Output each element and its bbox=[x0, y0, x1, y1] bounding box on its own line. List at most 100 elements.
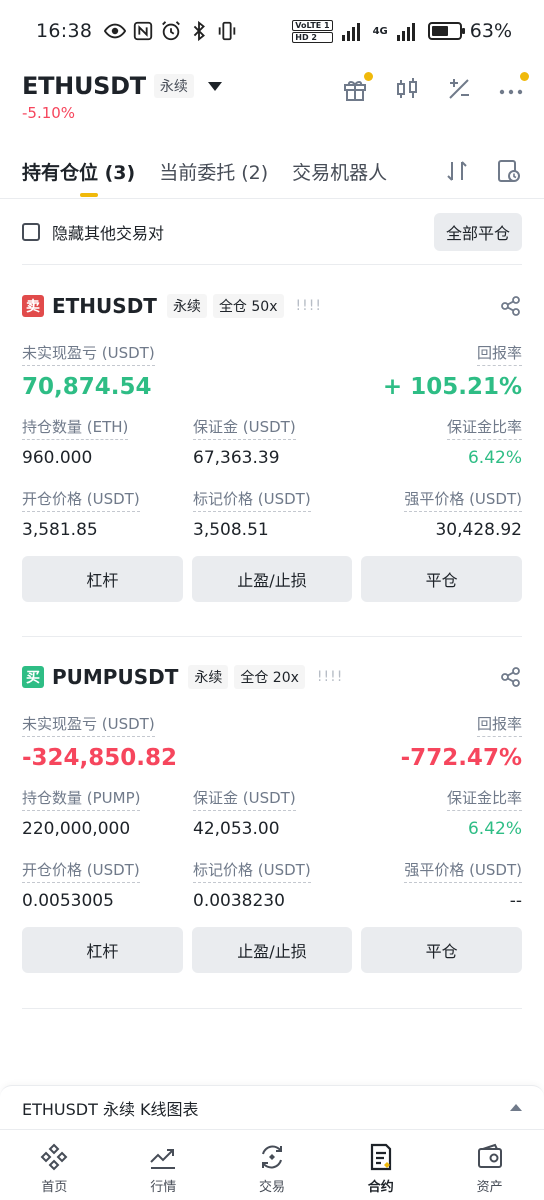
leverage-button[interactable]: 杠杆 bbox=[22, 556, 183, 602]
nav-label: 行情 bbox=[150, 1180, 177, 1195]
pnl-label[interactable]: 未实现盈亏 (USDT) bbox=[22, 342, 155, 366]
page-header: ETHUSDT 永续 -5.10% bbox=[22, 72, 529, 132]
network-type: 4G bbox=[372, 25, 388, 37]
margin-label[interactable]: 保证金 (USDT) bbox=[193, 787, 296, 811]
roe-value: + 105.21% bbox=[382, 374, 522, 400]
nav-assets[interactable]: 资产 bbox=[435, 1130, 544, 1200]
margin-mode-tag[interactable]: 全仓 20x bbox=[234, 665, 305, 689]
position-card: 买 PUMPUSDT 永续 全仓 20x !!!! 未实现盈亏 (USDT) -… bbox=[22, 663, 523, 973]
entry-price-value: 0.0053005 bbox=[22, 891, 114, 911]
tpsl-button[interactable]: 止盈/止损 bbox=[191, 556, 353, 602]
margin-mode-tag[interactable]: 全仓 50x bbox=[212, 294, 284, 318]
divider bbox=[0, 198, 544, 199]
status-bar: 16:38 VoLTE 1 HD 2 4G 63% bbox=[0, 0, 544, 62]
leverage-button[interactable]: 杠杆 bbox=[22, 927, 183, 973]
margin-ratio-value: 6.42% bbox=[467, 819, 522, 839]
filter-row: 隐藏其他交易对 全部平仓 bbox=[22, 213, 522, 251]
calculator-icon[interactable] bbox=[446, 76, 472, 102]
notification-dot bbox=[364, 72, 373, 81]
mark-price-label[interactable]: 标记价格 (USDT) bbox=[193, 488, 311, 512]
perpetual-tag: 永续 bbox=[166, 294, 207, 318]
pnl-value: -324,850.82 bbox=[22, 745, 178, 771]
position-symbol[interactable]: PUMPUSDT bbox=[52, 665, 178, 689]
adl-indicator: !!!! bbox=[295, 298, 322, 314]
liq-price-label[interactable]: 强平价格 (USDT) bbox=[404, 488, 522, 512]
candlestick-icon[interactable] bbox=[394, 76, 420, 102]
sort-icon[interactable] bbox=[444, 158, 470, 184]
battery-icon bbox=[427, 22, 465, 40]
size-label[interactable]: 持仓数量 (PUMP) bbox=[22, 787, 141, 811]
nav-label: 资产 bbox=[476, 1180, 503, 1195]
vibrate-icon bbox=[219, 21, 236, 41]
margin-label[interactable]: 保证金 (USDT) bbox=[193, 416, 296, 440]
symbol-title: ETHUSDT bbox=[22, 72, 146, 100]
position-symbol[interactable]: ETHUSDT bbox=[52, 294, 157, 318]
nav-home[interactable]: 首页 bbox=[0, 1130, 109, 1200]
tab-trading-bots[interactable]: 交易机器人 bbox=[292, 150, 387, 185]
divider bbox=[22, 264, 522, 265]
nav-label: 首页 bbox=[41, 1180, 68, 1195]
size-value: 220,000,000 bbox=[22, 819, 131, 839]
home-icon bbox=[40, 1143, 68, 1171]
wallet-icon bbox=[477, 1143, 502, 1168]
liq-price-label[interactable]: 强平价格 (USDT) bbox=[404, 859, 522, 883]
caret-down-icon[interactable] bbox=[207, 81, 222, 91]
nav-trade[interactable]: 交易 bbox=[218, 1130, 327, 1200]
side-badge: 卖 bbox=[22, 295, 44, 317]
kline-chart-bar[interactable]: ETHUSDT 永续 K线图表 bbox=[0, 1085, 544, 1129]
entry-price-label[interactable]: 开仓价格 (USDT) bbox=[22, 859, 140, 883]
signal-icon-2 bbox=[396, 23, 415, 41]
liq-price-value: 30,428.92 bbox=[435, 520, 522, 540]
kline-chart-label: ETHUSDT 永续 K线图表 bbox=[22, 1099, 199, 1119]
side-badge: 买 bbox=[22, 666, 44, 688]
battery-percent: 63% bbox=[469, 20, 512, 42]
caret-up-icon[interactable] bbox=[510, 1104, 522, 1111]
tpsl-button[interactable]: 止盈/止损 bbox=[191, 927, 353, 973]
entry-price-label[interactable]: 开仓价格 (USDT) bbox=[22, 488, 140, 512]
roe-label[interactable]: 回报率 bbox=[476, 342, 522, 366]
size-label[interactable]: 持仓数量 (ETH) bbox=[22, 416, 129, 440]
margin-ratio-label[interactable]: 保证金比率 bbox=[446, 787, 522, 811]
markets-icon bbox=[150, 1149, 176, 1169]
liq-price-value: -- bbox=[509, 891, 522, 911]
hide-others-checkbox[interactable] bbox=[22, 223, 40, 241]
adl-indicator: !!!! bbox=[316, 669, 344, 685]
share-icon[interactable] bbox=[500, 666, 522, 688]
gift-icon[interactable] bbox=[342, 72, 373, 102]
close-position-button[interactable]: 平仓 bbox=[361, 556, 523, 602]
close-all-button[interactable]: 全部平仓 bbox=[433, 213, 522, 251]
more-icon[interactable] bbox=[498, 72, 529, 102]
pnl-value: 70,874.54 bbox=[22, 374, 152, 400]
mark-price-value: 0.0038230 bbox=[193, 891, 285, 911]
size-value: 960.000 bbox=[22, 448, 93, 468]
hide-others-label[interactable]: 隐藏其他交易对 bbox=[52, 220, 164, 244]
mark-price-value: 3,508.51 bbox=[193, 520, 269, 540]
margin-value: 42,053.00 bbox=[193, 819, 280, 839]
margin-value: 67,363.39 bbox=[193, 448, 280, 468]
tab-open-orders[interactable]: 当前委托 (2) bbox=[159, 150, 268, 185]
eye-icon bbox=[104, 23, 127, 39]
notification-dot bbox=[520, 72, 529, 81]
roe-label[interactable]: 回报率 bbox=[476, 713, 522, 737]
tab-positions[interactable]: 持有仓位 (3) bbox=[22, 150, 135, 197]
volte-badge: VoLTE 1 bbox=[292, 19, 333, 31]
roe-value: -772.47% bbox=[400, 745, 522, 771]
futures-icon bbox=[370, 1143, 391, 1171]
entry-price-value: 3,581.85 bbox=[22, 520, 98, 540]
nav-markets[interactable]: 行情 bbox=[109, 1130, 218, 1200]
margin-ratio-label[interactable]: 保证金比率 bbox=[446, 416, 522, 440]
trade-icon bbox=[261, 1145, 282, 1169]
nav-label: 合约 bbox=[367, 1180, 394, 1195]
share-icon[interactable] bbox=[500, 295, 522, 317]
close-position-button[interactable]: 平仓 bbox=[361, 927, 523, 973]
perpetual-tag: 永续 bbox=[153, 74, 194, 98]
mark-price-label[interactable]: 标记价格 (USDT) bbox=[193, 859, 311, 883]
bluetooth-icon bbox=[194, 20, 206, 42]
nfc-icon bbox=[134, 21, 153, 41]
pnl-label[interactable]: 未实现盈亏 (USDT) bbox=[22, 713, 155, 737]
positions-tabs: 持有仓位 (3) 当前委托 (2) 交易机器人 bbox=[22, 150, 522, 198]
bottom-nav: 首页 行情 交易 合约 资产 bbox=[0, 1129, 544, 1200]
divider bbox=[22, 1008, 522, 1009]
nav-futures[interactable]: 合约 bbox=[326, 1130, 435, 1200]
history-icon[interactable] bbox=[496, 158, 522, 184]
